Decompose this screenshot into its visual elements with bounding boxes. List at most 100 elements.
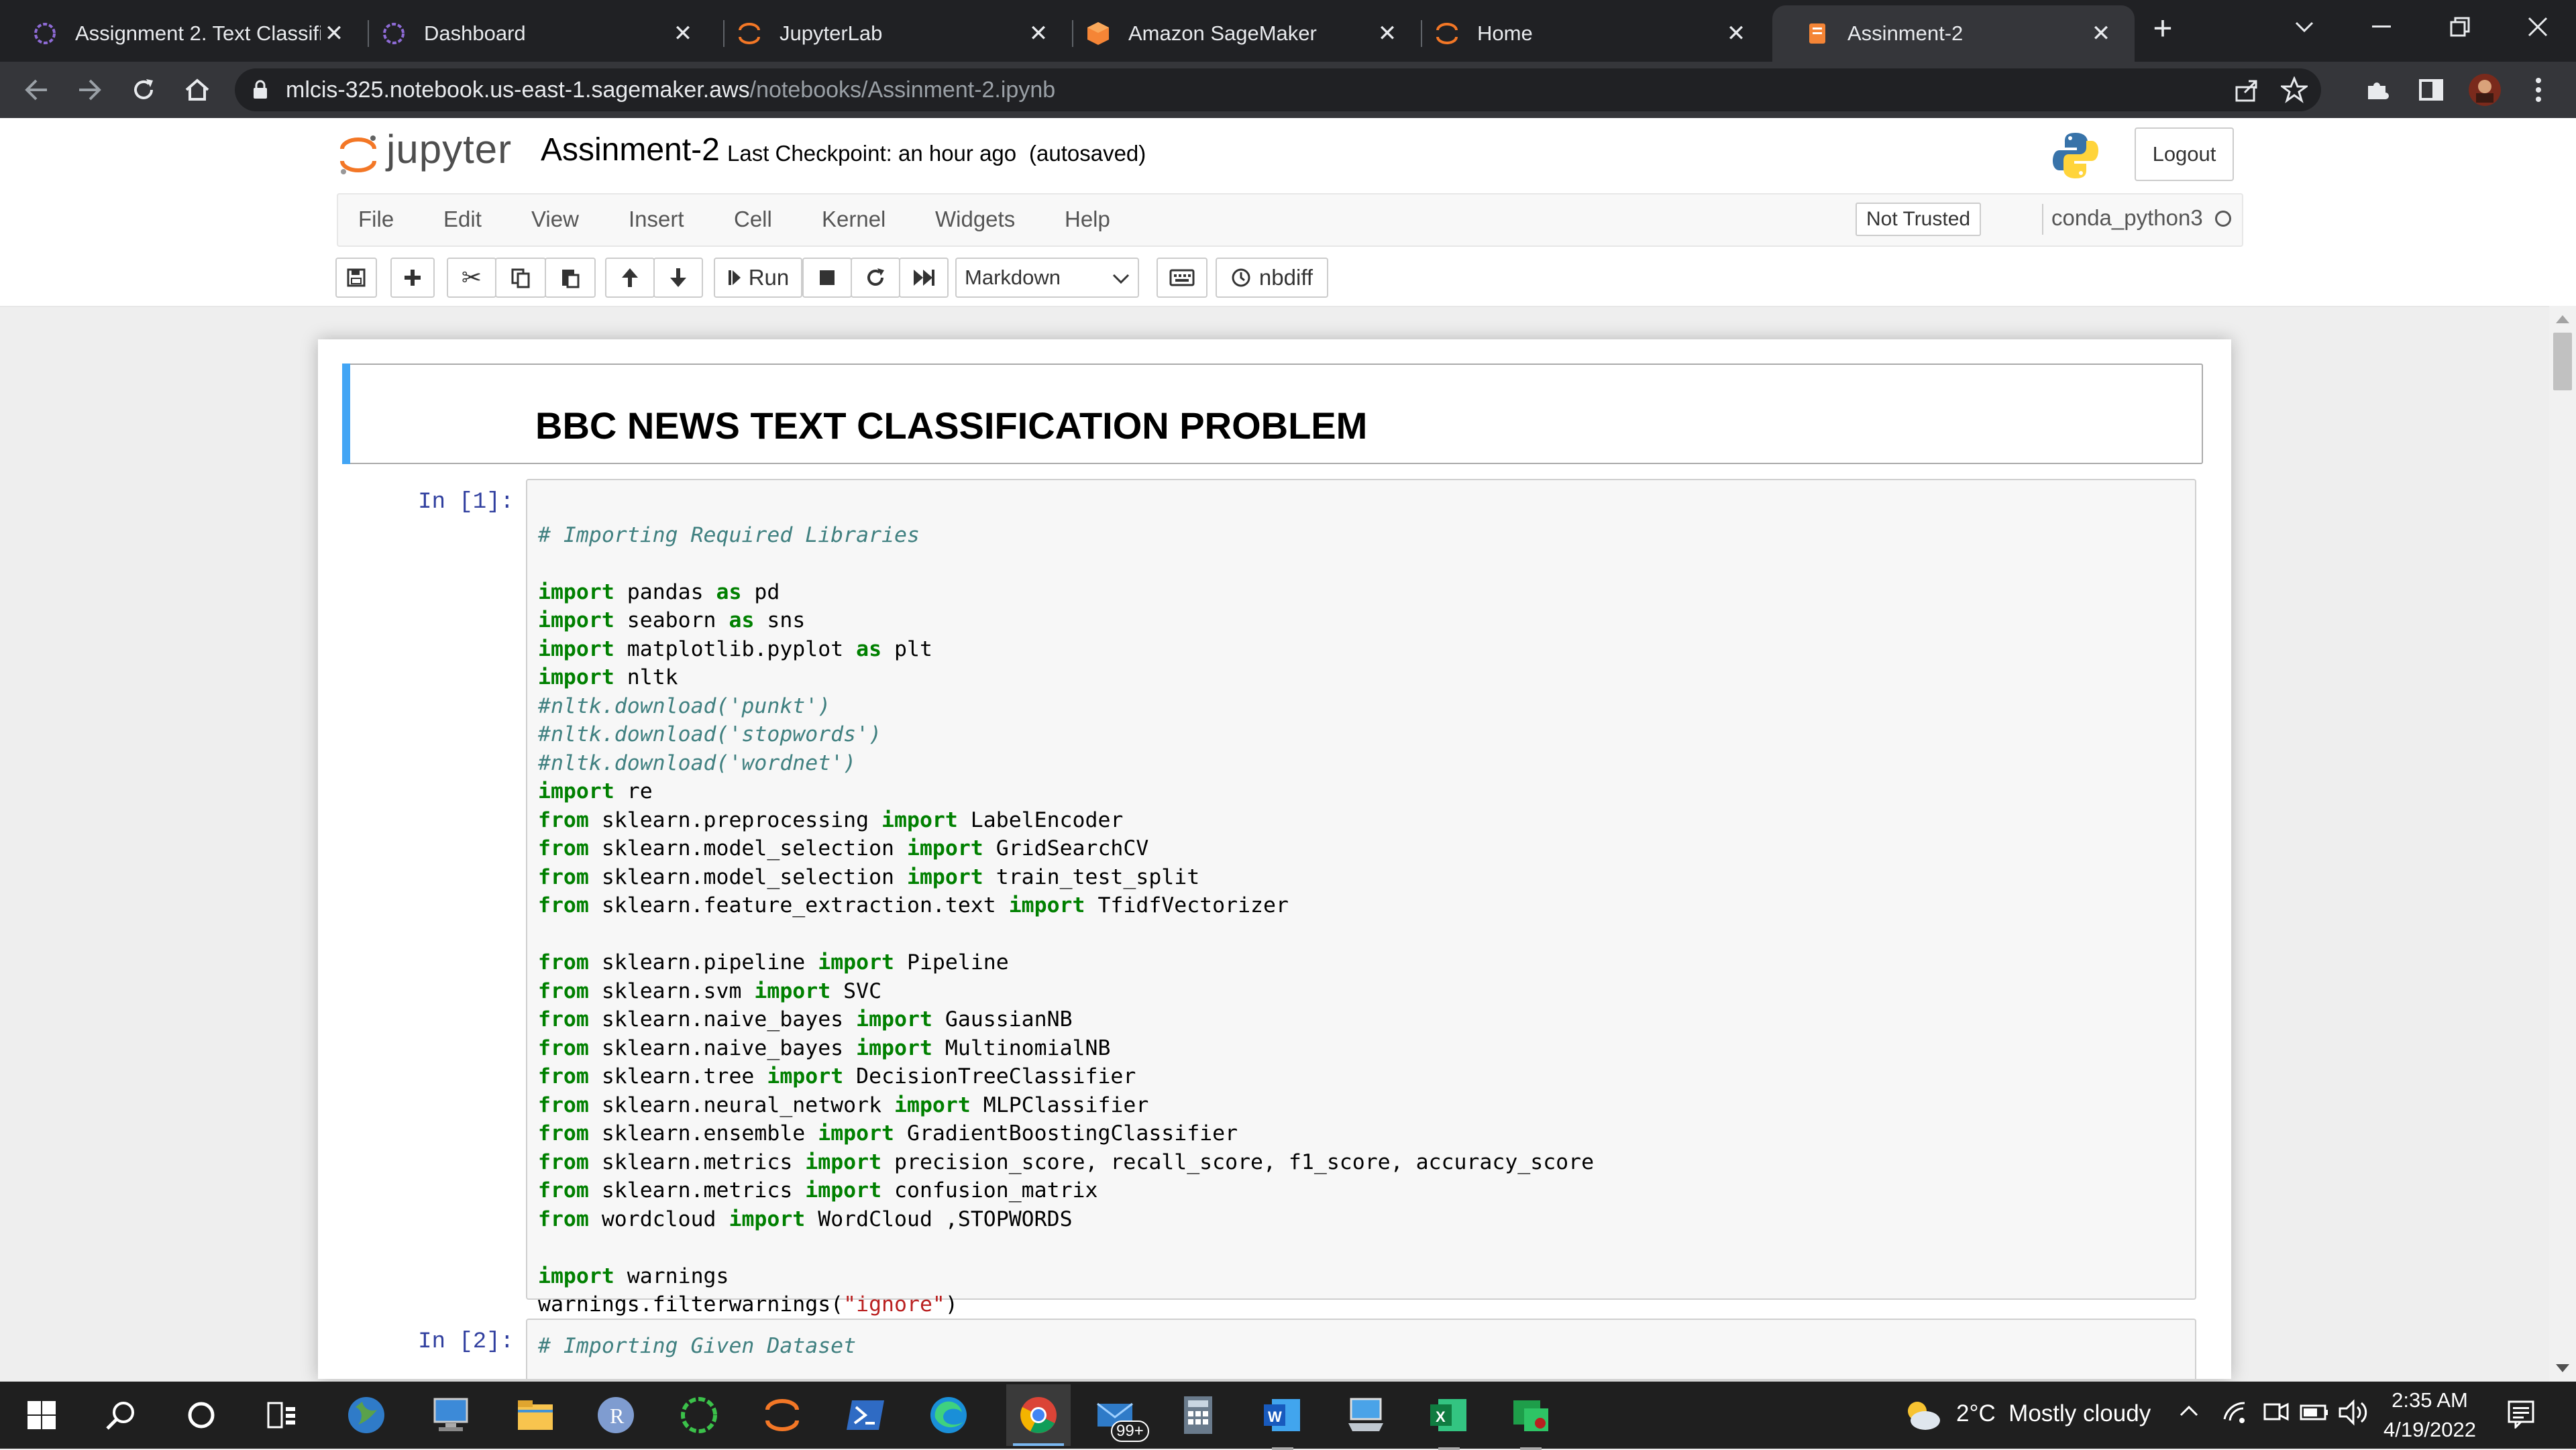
green-app-icon[interactable]	[1507, 1391, 1555, 1450]
move-down-button[interactable]	[653, 258, 703, 298]
menu-help[interactable]: Help	[1065, 207, 1110, 232]
network-share-icon[interactable]	[1342, 1391, 1390, 1439]
menu-view[interactable]: View	[531, 207, 579, 232]
battery-icon[interactable]	[2300, 1399, 2329, 1429]
scroll-up-arrow-icon[interactable]	[2556, 315, 2569, 323]
clock-date[interactable]: 4/19/2022	[2377, 1418, 2482, 1442]
run-button[interactable]: Run	[714, 258, 802, 298]
spinner-app-icon[interactable]	[675, 1391, 723, 1439]
menu-kernel[interactable]: Kernel	[822, 207, 885, 232]
nbdiff-label: nbdiff	[1258, 265, 1313, 290]
move-up-button[interactable]	[605, 258, 655, 298]
extensions-puzzle-icon[interactable]	[2359, 71, 2396, 109]
cortana-icon[interactable]	[177, 1391, 225, 1439]
scroll-down-arrow-icon[interactable]	[2556, 1364, 2569, 1372]
save-button[interactable]	[335, 258, 377, 298]
weather-cloudy-icon[interactable]	[1902, 1396, 1943, 1434]
notification-center-icon[interactable]	[2506, 1399, 2536, 1432]
chrome-menu-icon[interactable]	[2520, 71, 2557, 109]
paste-button[interactable]	[545, 258, 596, 298]
jupyter-logo-text: jupyter	[386, 127, 513, 172]
command-palette-button[interactable]	[1157, 258, 1208, 298]
menu-file[interactable]: File	[358, 207, 394, 232]
sagemaker-circle-icon	[32, 21, 58, 46]
calculator-icon[interactable]	[1174, 1391, 1222, 1439]
back-arrow-icon[interactable]	[17, 71, 55, 109]
jupyter-logo-icon[interactable]	[338, 133, 378, 176]
chrome-browser-icon[interactable]	[1006, 1384, 1071, 1446]
tab-assignment-text-classification[interactable]: Assignment 2. Text Classific ✕	[0, 5, 368, 62]
restart-kernel-button[interactable]	[851, 258, 900, 298]
minimize-icon[interactable]	[2345, 0, 2419, 54]
tab-jupyterlab[interactable]: JupyterLab ✕	[704, 5, 1072, 62]
excel-icon[interactable]: X	[1425, 1391, 1473, 1450]
mail-icon[interactable]: 99+	[1091, 1391, 1149, 1442]
r-app-icon[interactable]: R	[592, 1391, 640, 1439]
code-cell-editor[interactable]: # Importing Given Dataset	[526, 1319, 2196, 1379]
task-view-icon[interactable]	[258, 1391, 306, 1439]
edge-browser-icon[interactable]	[924, 1391, 973, 1439]
menu-cell[interactable]: Cell	[734, 207, 772, 232]
close-tab-icon[interactable]: ✕	[1025, 20, 1052, 47]
close-tab-icon[interactable]: ✕	[321, 20, 347, 47]
remote-desktop-icon[interactable]	[427, 1391, 475, 1439]
close-window-icon[interactable]	[2501, 0, 2575, 54]
insert-cell-button[interactable]	[390, 258, 435, 298]
cut-button[interactable]: ✂	[447, 258, 496, 298]
clock-time[interactable]: 2:35 AM	[2388, 1388, 2471, 1412]
address-bar[interactable]: mlcis-325.notebook.us-east-1.sagemaker.a…	[235, 68, 2321, 111]
close-tab-icon[interactable]: ✕	[2088, 20, 2114, 47]
keyboard-icon	[1169, 269, 1195, 286]
powershell-icon[interactable]	[841, 1391, 890, 1439]
tab-dashboard[interactable]: Dashboard ✕	[349, 5, 716, 62]
close-tab-icon[interactable]: ✕	[1723, 20, 1750, 47]
kernel-name[interactable]: conda_python3	[2051, 205, 2203, 231]
word-icon[interactable]: W	[1258, 1391, 1307, 1450]
notebook-title[interactable]: Assinment-2	[541, 131, 720, 168]
reload-icon[interactable]	[125, 71, 162, 109]
bookmark-star-icon[interactable]	[2279, 76, 2310, 107]
wifi-icon[interactable]	[2222, 1399, 2249, 1429]
tab-label: Assinment-2	[1847, 21, 1964, 45]
tab-search-chevron-icon[interactable]	[2267, 0, 2341, 54]
copy-button[interactable]	[495, 258, 546, 298]
fast-forward-icon	[914, 270, 934, 286]
menu-edit[interactable]: Edit	[443, 207, 482, 232]
tab-label: Home	[1477, 21, 1533, 45]
close-tab-icon[interactable]: ✕	[1374, 20, 1401, 47]
windows-start-icon[interactable]	[17, 1391, 66, 1439]
restart-run-all-button[interactable]	[899, 258, 949, 298]
menu-widgets[interactable]: Widgets	[935, 207, 1015, 232]
menu-insert[interactable]: Insert	[629, 207, 684, 232]
cell-type-select[interactable]: Markdown	[955, 258, 1139, 298]
search-icon[interactable]	[97, 1391, 145, 1439]
meet-now-icon[interactable]	[2262, 1399, 2289, 1429]
volume-icon[interactable]	[2339, 1399, 2368, 1429]
profile-avatar[interactable]	[2466, 71, 2504, 109]
chevron-up-icon[interactable]	[2179, 1404, 2199, 1421]
close-tab-icon[interactable]: ✕	[669, 20, 696, 47]
code-cell-editor[interactable]: # Importing Required Libraries import pan…	[526, 479, 2196, 1317]
nbdiff-button[interactable]: nbdiff	[1216, 258, 1328, 298]
code-content: # Importing Given Dataset	[538, 1332, 856, 1361]
jupyter-menubar-toolbar: File Edit View Insert Cell Kernel Widget…	[0, 193, 2576, 307]
tab-home[interactable]: Home ✕	[1402, 5, 1770, 62]
logout-button[interactable]: Logout	[2135, 127, 2234, 181]
tab-amazon-sagemaker[interactable]: Amazon SageMaker ✕	[1053, 5, 1421, 62]
side-panel-icon[interactable]	[2412, 71, 2450, 109]
scrollbar-thumb[interactable]	[2553, 333, 2572, 390]
interrupt-kernel-button[interactable]	[802, 258, 852, 298]
jupyter-app-icon[interactable]	[758, 1391, 806, 1439]
trust-indicator[interactable]: Not Trusted	[1856, 203, 1982, 236]
restore-icon[interactable]	[2423, 0, 2497, 54]
home-icon[interactable]	[178, 71, 216, 109]
file-explorer-icon[interactable]	[511, 1391, 559, 1439]
new-tab-button[interactable]: +	[2144, 9, 2182, 47]
globe-app-icon[interactable]	[342, 1391, 390, 1439]
forward-arrow-icon[interactable]	[71, 71, 109, 109]
plus-icon	[405, 270, 421, 286]
share-icon[interactable]	[2234, 78, 2259, 107]
tab-assinment-2[interactable]: Assinment-2 ✕	[1772, 5, 2135, 62]
weather-text[interactable]: 2°C Mostly cloudy	[1956, 1400, 2151, 1427]
page-scrollbar[interactable]	[2549, 306, 2576, 1382]
